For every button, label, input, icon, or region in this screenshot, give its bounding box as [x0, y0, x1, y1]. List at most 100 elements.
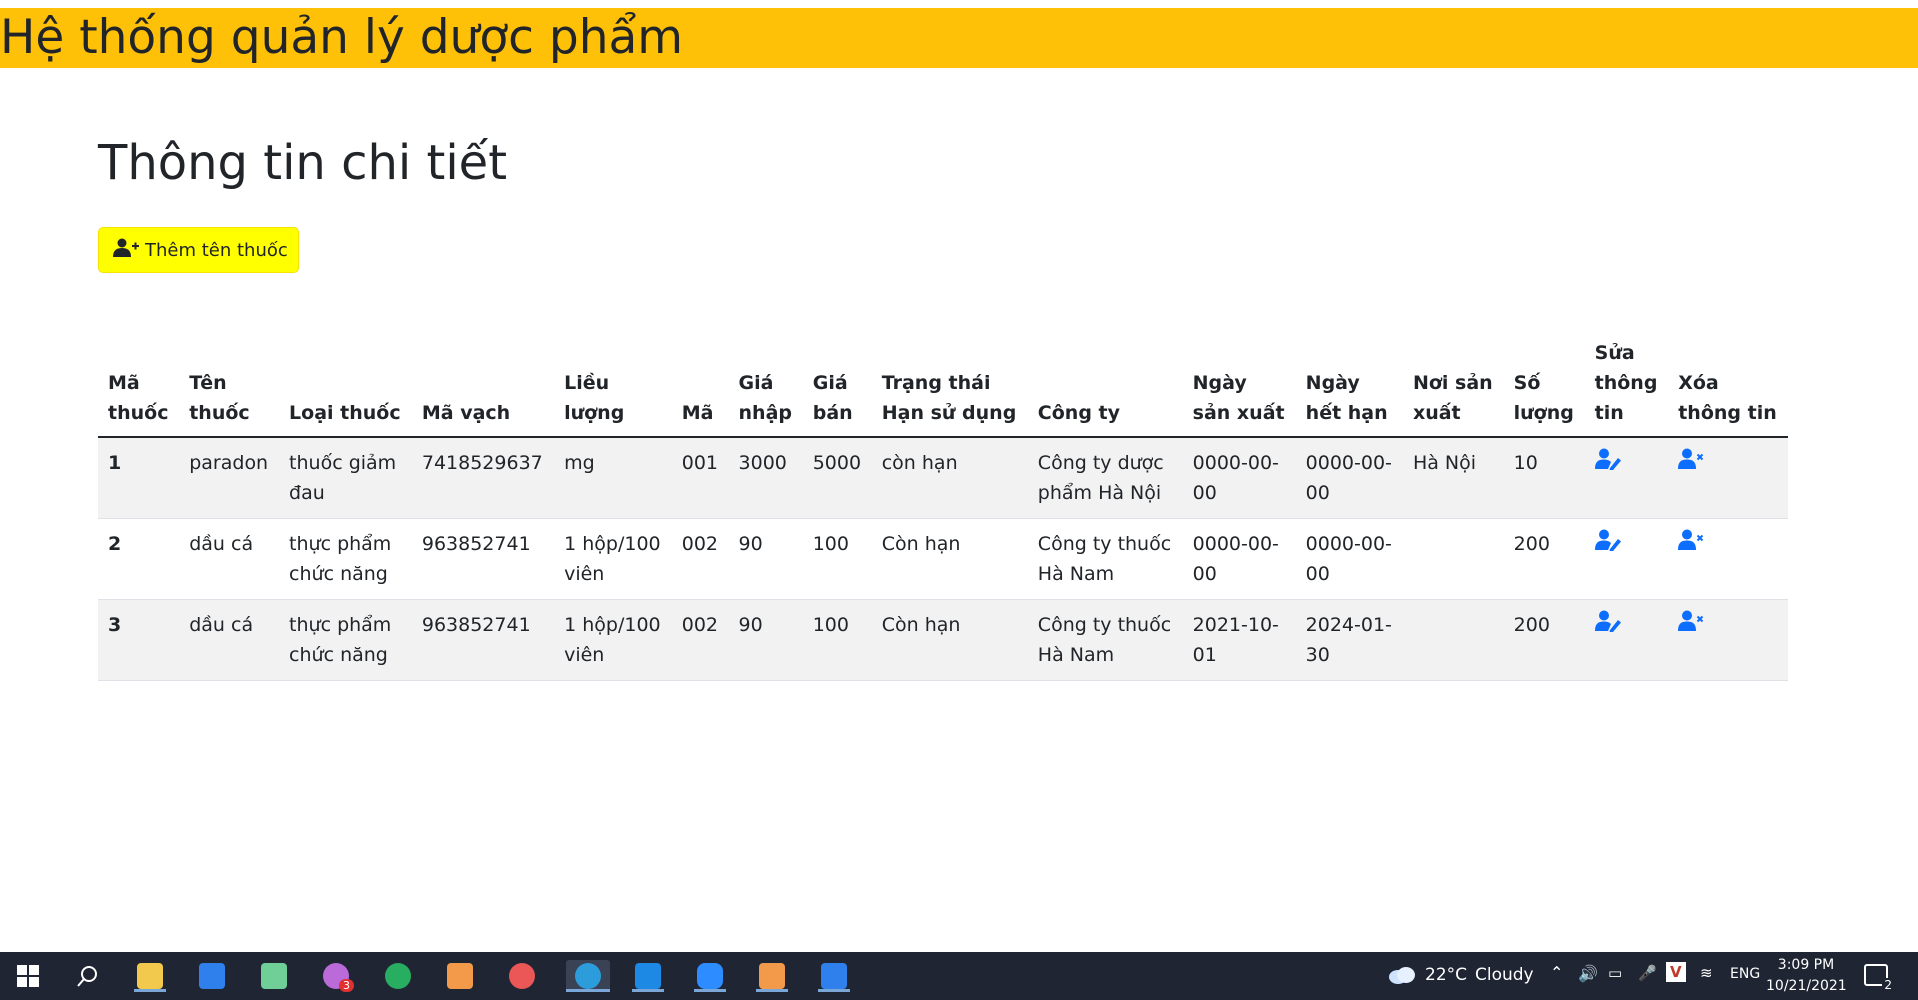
- cell-cong-ty: Công ty dược phẩm Hà Nội: [1027, 436, 1183, 519]
- cell-noi-sx: [1402, 518, 1504, 600]
- cell-trang-thai: còn hạn: [871, 436, 1028, 519]
- cell-ma-vach: 7418529637: [411, 436, 555, 519]
- app-title: Hệ thống quản lý dược phẩm: [0, 10, 684, 65]
- cell-text: 0000-00-: [1192, 533, 1279, 555]
- column-header-text: Nơi sản: [1412, 372, 1493, 394]
- vivaldi-tray-icon[interactable]: V: [1666, 962, 1686, 982]
- column-header-text: Mã vạch: [421, 402, 511, 424]
- user-edit-icon[interactable]: [1594, 448, 1621, 475]
- column-header-so-luong: Số lượng: [1503, 330, 1585, 438]
- table-body: 1 paradon thuốc giảm đau 7418529637 mg 001 3000…: [98, 436, 1788, 681]
- column-header-text: Mã: [108, 372, 140, 394]
- column-header-text: Công ty: [1037, 402, 1121, 424]
- cell-ma: 001: [671, 436, 729, 519]
- user-delete-icon[interactable]: [1678, 529, 1704, 556]
- cell-cong-ty: Công ty thuốc Hà Nam: [1027, 599, 1183, 681]
- column-header-ten-thuoc: Tên thuốc: [179, 330, 280, 438]
- column-header-text: lượng: [564, 402, 625, 424]
- add-drug-label: Thêm tên thuốc: [145, 239, 288, 261]
- column-header-trang-thai: Trạng thái Hạn sử dụng: [871, 330, 1028, 438]
- wifi-icon[interactable]: ≋: [1700, 964, 1713, 982]
- table-row: 2 dầu cá thực phẩm chức năng 963852741 1 hộp/…: [98, 518, 1788, 600]
- notification-icon[interactable]: 2: [1864, 964, 1894, 992]
- cell-trang-thai: Còn hạn: [871, 599, 1028, 681]
- file-explorer-icon[interactable]: [134, 960, 166, 992]
- cell-ngay-hh: 0000-00- 00: [1295, 518, 1403, 600]
- mail-icon[interactable]: [196, 960, 228, 992]
- cell-ngay-hh: 2024-01- 30: [1295, 599, 1403, 681]
- cell-text: mg: [564, 452, 595, 474]
- column-header-ngay-sx: Ngày sản xuất: [1182, 330, 1296, 438]
- search-icon[interactable]: [72, 960, 104, 992]
- cell-noi-sx: [1402, 599, 1504, 681]
- column-header-gia-nhap: Giá nhập: [728, 330, 803, 438]
- speaker-icon[interactable]: 🔊: [1578, 964, 1598, 983]
- column-header-ma: Mã: [671, 330, 729, 438]
- messenger-icon[interactable]: 3: [320, 960, 354, 992]
- column-header-text: thông tin: [1678, 402, 1777, 424]
- cell-delete: [1668, 518, 1788, 600]
- cell-ma: 002: [671, 518, 729, 600]
- table-row: 3 dầu cá thực phẩm chức năng 963852741 1 hộp/…: [98, 599, 1788, 681]
- chrome-icon[interactable]: [506, 960, 538, 992]
- cell-ngay-sx: 0000-00- 00: [1182, 436, 1296, 519]
- cell-cong-ty: Công ty thuốc Hà Nam: [1027, 518, 1183, 600]
- coccoc-icon[interactable]: [382, 960, 414, 992]
- cell-text: thực phẩm: [289, 614, 392, 636]
- battery-icon[interactable]: ▭: [1608, 964, 1622, 982]
- table-row: 1 paradon thuốc giảm đau 7418529637 mg 001 3000…: [98, 436, 1788, 519]
- column-header-loai-thuoc: Loại thuốc: [279, 330, 412, 438]
- cell-text: đau: [289, 482, 325, 504]
- column-header-text: thuốc: [108, 402, 169, 424]
- cell-text: 0000-00-: [1305, 452, 1392, 474]
- column-header-text: lượng: [1513, 402, 1574, 424]
- cell-text: 1 hộp/100: [564, 614, 661, 636]
- cell-text: thực phẩm: [289, 533, 392, 555]
- snipping-tool-icon[interactable]: [258, 960, 290, 992]
- edge-icon[interactable]: [566, 960, 610, 992]
- cell-ngay-sx: 0000-00- 00: [1182, 518, 1296, 600]
- xampp-icon[interactable]: [444, 960, 476, 992]
- user-delete-icon[interactable]: [1678, 448, 1704, 475]
- cell-ma-thuoc: 3: [98, 599, 180, 681]
- cell-ten-thuoc: dầu cá: [179, 518, 280, 600]
- user-delete-icon[interactable]: [1678, 610, 1704, 637]
- app-header: Hệ thống quản lý dược phẩm: [0, 8, 1918, 68]
- weather-temp[interactable]: 22°C: [1425, 965, 1467, 985]
- column-header-text: hết hạn: [1305, 402, 1388, 424]
- drug-table: Mã thuốc Tên thuốc Loại thuốc Mã vạch Liều lượn…: [98, 330, 1788, 681]
- vscode-icon[interactable]: [632, 960, 664, 992]
- cell-text: 1 hộp/100: [564, 533, 661, 555]
- media-player-icon[interactable]: [818, 960, 850, 992]
- foxit-icon[interactable]: [756, 960, 788, 992]
- column-header-text: Liều: [564, 372, 610, 394]
- user-edit-icon[interactable]: [1594, 610, 1621, 637]
- notification-count: 2: [1882, 978, 1894, 992]
- column-header-text: bán: [812, 402, 853, 424]
- windows-start-icon[interactable]: [12, 960, 44, 992]
- column-header-noi-sx: Nơi sản xuất: [1402, 330, 1504, 438]
- clock-date[interactable]: 10/21/2021: [1766, 978, 1847, 994]
- microphone-icon[interactable]: 🎤: [1638, 964, 1657, 982]
- add-drug-button[interactable]: Thêm tên thuốc: [98, 227, 299, 273]
- messenger-badge: 3: [339, 979, 354, 992]
- column-header-text: tin: [1594, 402, 1624, 424]
- column-header-text: thuốc: [189, 402, 250, 424]
- cell-text: 01: [1192, 644, 1217, 666]
- weather-condition[interactable]: Cloudy: [1475, 965, 1534, 985]
- cell-lieu-luong: 1 hộp/100 viên: [554, 518, 672, 600]
- column-header-ma-vach: Mã vạch: [411, 330, 555, 438]
- cell-text: Hà Nam: [1037, 644, 1115, 666]
- column-header-text: Sửa: [1594, 342, 1635, 364]
- column-header-lieu-luong: Liều lượng: [554, 330, 672, 438]
- chevron-up-icon[interactable]: ⌃: [1550, 963, 1563, 982]
- user-edit-icon[interactable]: [1594, 529, 1621, 556]
- page-title: Thông tin chi tiết: [98, 135, 508, 191]
- clock-time[interactable]: 3:09 PM: [1772, 957, 1840, 973]
- zoom-icon[interactable]: [694, 960, 726, 992]
- cell-delete: [1668, 436, 1788, 519]
- language-indicator[interactable]: ENG: [1730, 966, 1760, 982]
- cell-edit: [1584, 599, 1669, 681]
- cell-gia-ban: 100: [802, 599, 872, 681]
- table-header-row: Mã thuốc Tên thuốc Loại thuốc Mã vạch Liều lượn…: [98, 330, 1788, 438]
